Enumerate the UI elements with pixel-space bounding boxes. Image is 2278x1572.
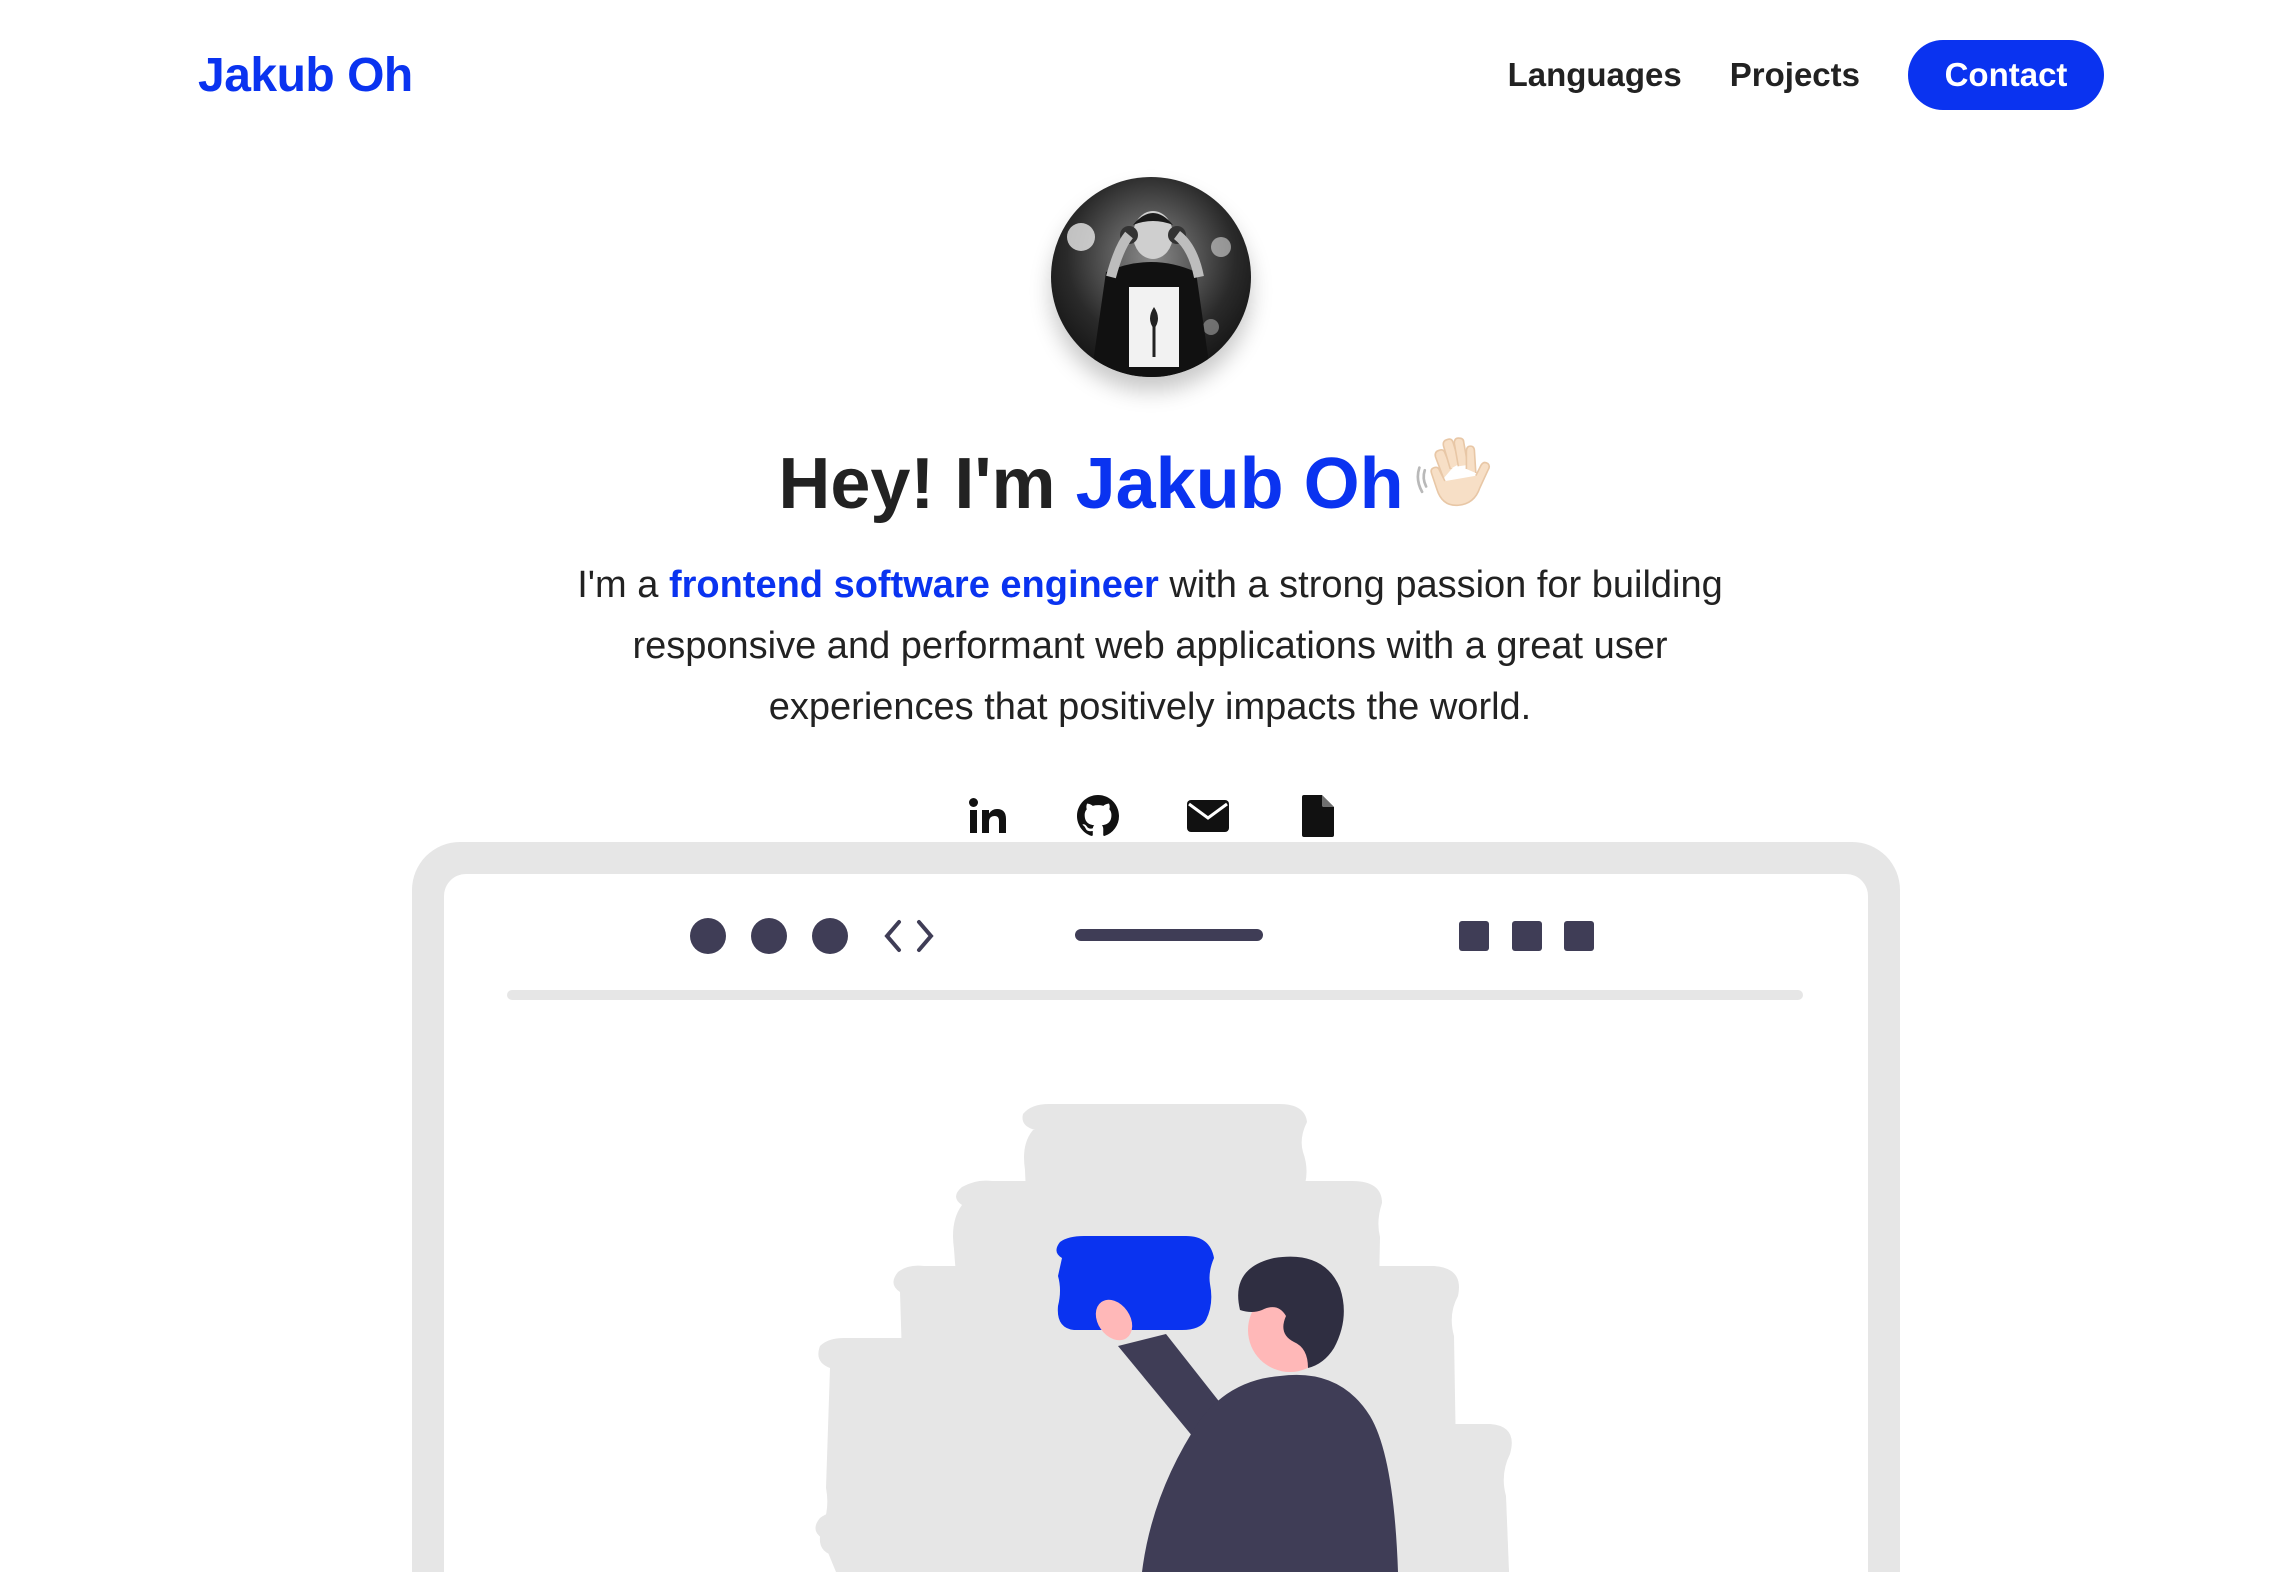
address-bar-icon	[1075, 929, 1263, 941]
window-dot-icon	[690, 918, 726, 954]
window-dot-icon	[812, 918, 848, 954]
toolbar-divider	[507, 990, 1803, 1000]
back-arrow-icon	[884, 920, 901, 952]
page: Jakub Oh Languages Projects Contact Hey!…	[0, 0, 2278, 1572]
window-control-icon	[1512, 921, 1542, 951]
browser-illustration	[507, 918, 1803, 1572]
window-dot-icon	[751, 918, 787, 954]
window-control-icon	[1564, 921, 1594, 951]
window-control-icon	[1459, 921, 1489, 951]
blue-block-shape	[1056, 1236, 1214, 1330]
forward-arrow-icon	[917, 920, 934, 952]
